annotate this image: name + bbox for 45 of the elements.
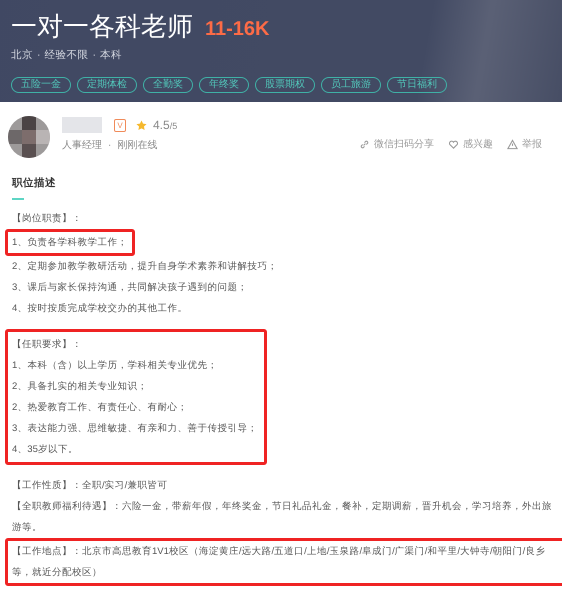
benefit-tag: 股票期权	[255, 76, 315, 93]
separator-dot: ·	[37, 48, 40, 63]
separator-dot: ·	[108, 139, 112, 153]
report-link[interactable]: 举报	[507, 137, 542, 152]
job-meta: 经验不限	[44, 48, 88, 63]
description-line: 4、35岁以下。	[12, 442, 79, 457]
job-title: 一对一各科老师	[11, 10, 193, 42]
verified-badge: V	[114, 118, 126, 132]
benefit-tag: 定期体检	[77, 76, 137, 93]
avatar	[8, 116, 50, 158]
online-status: 刚刚在线	[117, 138, 158, 153]
section-title: 职位描述	[12, 176, 57, 191]
blurred-name	[62, 117, 102, 133]
job-meta: 本科	[100, 48, 122, 63]
benefit-tag: 员工旅游	[321, 76, 381, 93]
separator-dot: ·	[92, 48, 96, 63]
description-line: 2、具备扎实的相关专业知识；	[12, 380, 148, 394]
star-icon	[136, 120, 147, 130]
description-line: 1、负责各学科教学工作；	[12, 236, 128, 250]
link-icon	[359, 139, 370, 150]
description-line: 4、按时按质完成学校交办的其他工作。	[12, 302, 188, 316]
benefit-tag: 全勤奖	[143, 76, 193, 93]
warning-icon	[507, 139, 518, 150]
description-line: 【任职要求】：	[12, 338, 83, 352]
description-line: 2、定期参加教学教研活动，提升自身学术素养和讲解技巧；	[12, 260, 278, 274]
benefit-tag: 节日福利	[387, 76, 447, 93]
rating: 4.5	[153, 117, 170, 134]
job-meta: 北京	[11, 48, 33, 63]
like-link[interactable]: 感兴趣	[448, 137, 493, 152]
description-line: 2、热爱教育工作、有责任心、有耐心；	[12, 400, 188, 415]
recruiter-role: 人事经理	[62, 138, 102, 153]
benefit-tag: 年终奖	[199, 76, 249, 93]
description-line: 【全职教师福利待遇】：六险一金，带薪年假，年终奖金，节日礼品礼金，餐补，定期调薪，晋升机会，学习培养，外出旅游等。	[12, 500, 553, 535]
description-line: 1、本科（含）以上学历，学科相关专业优先；	[12, 358, 218, 373]
salary: 11-16K	[205, 17, 270, 42]
title-underline	[12, 198, 24, 200]
heart-icon	[448, 139, 459, 150]
share-link[interactable]: 微信扫码分享	[359, 137, 434, 152]
benefit-tag: 五险一金	[11, 76, 71, 93]
description-line: 【岗位职责】：	[12, 212, 83, 226]
description-line: 【工作地点】：北京市高思教育1V1校区（海淀黄庄/远大路/五道口/上地/玉泉路/阜成门/广渠门/和平里/大钟寺/朝阳门/良乡等，就近分配校区）	[12, 544, 546, 580]
description-line: 3、表达能力强、思维敏捷、有亲和力、善于传授引导；	[12, 422, 258, 436]
rating-max: /5	[170, 120, 178, 133]
description-line: 3、课后与家长保持沟通，共同解决孩子遇到的问题；	[12, 280, 248, 295]
description-line: 【工作性质】：全职/实习/兼职皆可	[12, 478, 168, 493]
